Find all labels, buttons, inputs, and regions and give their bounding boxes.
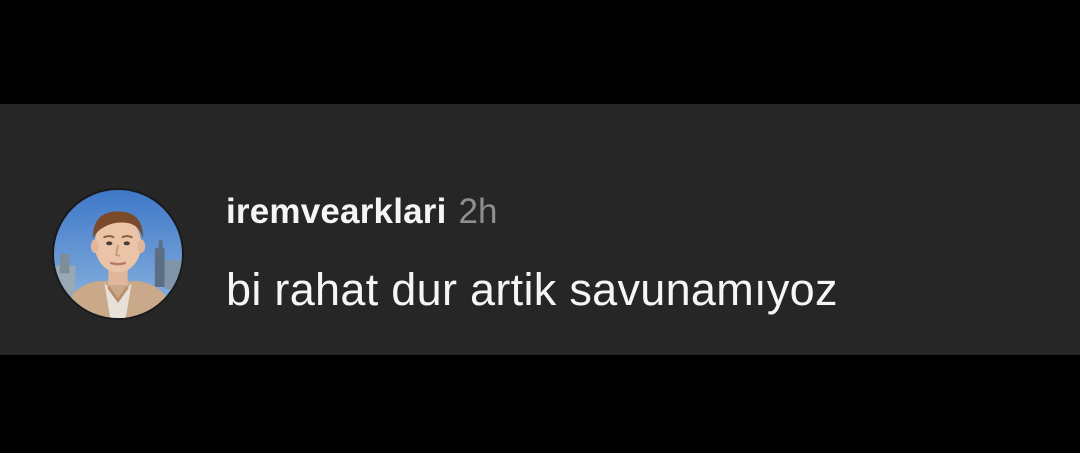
comment-card: iremvearklari 2h bi rahat dur artik savu…: [0, 104, 1080, 355]
timestamp: 2h: [458, 192, 498, 231]
profile-photo-icon: [54, 190, 182, 318]
username[interactable]: iremvearklari: [226, 192, 447, 232]
comment-text: bi rahat dur artik savunamıyoz: [226, 264, 838, 315]
screenshot-page: iremvearklari 2h bi rahat dur artik savu…: [0, 0, 1080, 453]
avatar[interactable]: [52, 188, 184, 320]
comment-header: iremvearklari 2h: [226, 192, 497, 236]
